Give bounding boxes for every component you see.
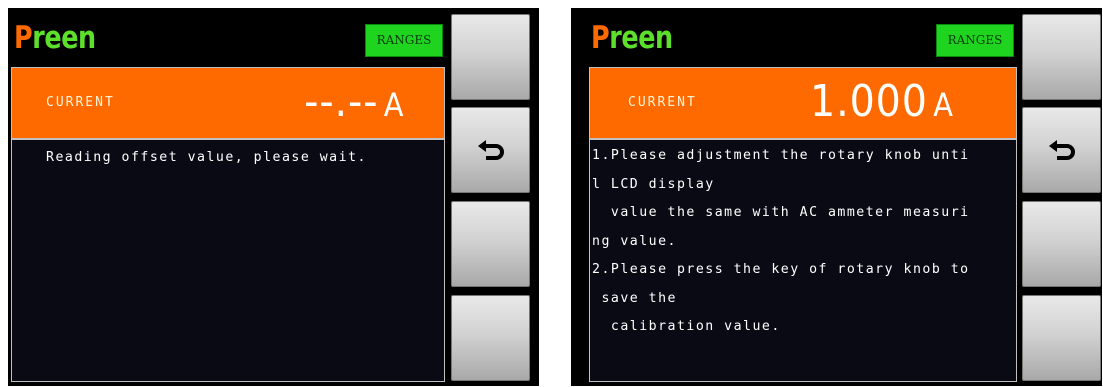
message-line: calibration value. [592,319,781,334]
message-line: ng value. [592,234,677,249]
message-line: save the [592,291,677,306]
brand-initial: P [591,20,610,56]
message-line: l LCD display [592,177,715,192]
current-label: CURRENT [628,95,697,110]
current-unit: A [933,86,954,124]
back-softkey[interactable] [1022,107,1101,193]
brand-rest: reen [32,20,96,56]
current-value-display: 1.000 A [810,72,954,135]
back-softkey[interactable] [451,107,530,193]
current-value: --.-- [303,76,378,127]
brand-logo: Preen [591,18,673,58]
softkey-1[interactable] [1022,14,1101,100]
current-reading-bar: CURRENT --.-- A [11,67,445,139]
current-unit: A [383,86,404,124]
ranges-button[interactable]: RANGES [365,24,443,57]
softkey-4[interactable] [451,295,530,381]
current-reading-bar: CURRENT 1.000 A [589,67,1017,139]
message-line: 2.Please press the key of rotary knob to [592,262,970,277]
message-panel: 1.Please adjustment the rotary knob unti… [589,139,1017,382]
current-value: 1.000 [810,76,928,127]
return-arrow-icon [1049,140,1075,160]
left-instrument-screen: Preen RANGES CURRENT --.-- A Reading offs… [8,8,539,386]
softkey-3[interactable] [451,201,530,287]
softkey-4[interactable] [1022,295,1101,381]
softkey-3[interactable] [1022,201,1101,287]
brand-rest: reen [609,20,673,56]
brand-initial: P [14,20,33,56]
brand-logo: Preen [14,18,96,58]
message-line: 1.Please adjustment the rotary knob unti [592,148,970,163]
message-line: value the same with AC ammeter measuri [592,205,970,220]
right-instrument-screen: Preen RANGES CURRENT 1.000 A 1.Please adj… [571,8,1102,386]
message-line: Reading offset value, please wait. [46,150,367,165]
current-label: CURRENT [46,95,115,110]
current-value-display: --.-- A [304,72,404,135]
return-arrow-icon [478,140,504,160]
message-panel: Reading offset value, please wait. [11,139,445,382]
ranges-button[interactable]: RANGES [936,24,1014,57]
softkey-1[interactable] [451,14,530,100]
